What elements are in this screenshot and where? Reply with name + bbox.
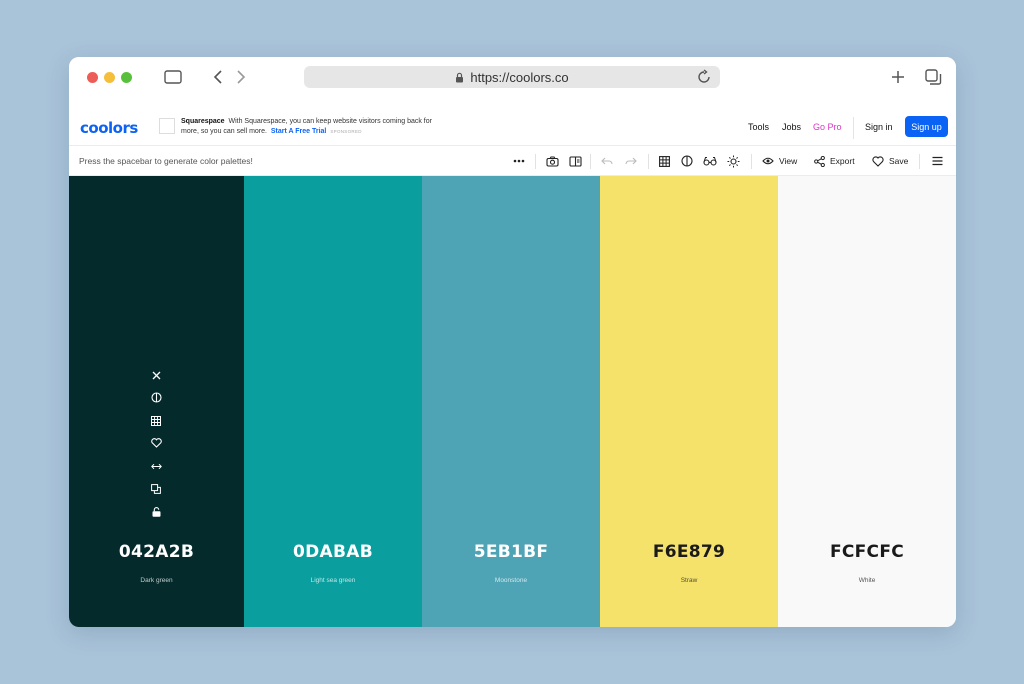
minimize-window-button[interactable]	[104, 72, 115, 83]
toolbar-divider	[535, 154, 536, 169]
more-options-icon[interactable]	[512, 153, 526, 169]
close-window-button[interactable]	[87, 72, 98, 83]
ad-sponsored-label: SPONSORED	[330, 128, 362, 134]
export-label: Export	[830, 156, 855, 166]
swatch-5[interactable]: FCFCFC White	[778, 176, 956, 627]
lock-icon[interactable]	[149, 505, 163, 519]
swatch-color-name[interactable]: Straw	[600, 577, 778, 584]
new-tab-plus-icon[interactable]	[890, 67, 906, 87]
sun-icon[interactable]	[726, 153, 740, 169]
save-label: Save	[889, 156, 909, 166]
swatch-color-name[interactable]: White	[778, 577, 956, 584]
color-palette: 042A2B Dark green 0DABAB Light sea green…	[69, 176, 956, 627]
nav-tools[interactable]: Tools	[748, 122, 769, 132]
contrast-icon[interactable]	[680, 153, 694, 169]
camera-icon[interactable]	[545, 153, 559, 169]
swatch-2[interactable]: 0DABAB Light sea green	[244, 176, 422, 627]
sidebar-toggle-icon[interactable]	[163, 67, 183, 87]
toolbar-divider	[919, 154, 920, 169]
sign-in-link[interactable]: Sign in	[865, 122, 893, 132]
forward-arrow-icon[interactable]	[234, 67, 248, 87]
heart-icon[interactable]	[149, 436, 163, 450]
swatch-color-name[interactable]: Moonstone	[422, 577, 600, 584]
toolbar-divider	[751, 154, 752, 169]
spacebar-hint: Press the spacebar to generate color pal…	[79, 156, 253, 166]
undo-icon[interactable]	[600, 153, 614, 169]
share-icon	[814, 155, 825, 167]
browser-window: https://coolors.co coolors Squarespace W…	[69, 57, 956, 627]
sponsored-ad[interactable]: Squarespace With Squarespace, you can ke…	[181, 117, 441, 136]
toolbar-divider	[648, 154, 649, 169]
close-icon[interactable]	[149, 368, 163, 382]
reload-icon[interactable]	[696, 69, 712, 85]
glasses-icon[interactable]	[703, 153, 717, 169]
swatch-hex[interactable]: F6E879	[600, 542, 778, 562]
swatch-hex[interactable]: 0DABAB	[244, 542, 422, 562]
swatch-4[interactable]: F6E879 Straw	[600, 176, 778, 627]
nav-divider	[853, 117, 854, 139]
swatch-hex[interactable]: 042A2B	[69, 542, 244, 562]
toolbar-divider	[590, 154, 591, 169]
ad-image[interactable]	[159, 118, 175, 134]
export-button[interactable]: Export	[814, 153, 855, 169]
lock-icon	[455, 72, 464, 83]
tab-overview-icon[interactable]	[924, 67, 942, 87]
save-button[interactable]: Save	[872, 153, 908, 169]
site-header: coolors Squarespace With Squarespace, yo…	[69, 111, 956, 145]
coolors-logo[interactable]: coolors	[80, 119, 138, 137]
hamburger-menu-icon[interactable]	[930, 153, 944, 169]
view-label: View	[779, 156, 798, 166]
swatch-color-name[interactable]: Light sea green	[244, 577, 422, 584]
drag-arrows-icon[interactable]	[149, 459, 163, 473]
sign-up-button[interactable]: Sign up	[905, 116, 948, 137]
address-bar[interactable]: https://coolors.co	[304, 66, 720, 88]
swatch-3[interactable]: 5EB1BF Moonstone	[422, 176, 600, 627]
swatch-tools	[149, 368, 163, 528]
shades-grid-icon[interactable]	[149, 414, 163, 428]
swatch-1[interactable]: 042A2B Dark green	[69, 176, 244, 627]
maximize-window-button[interactable]	[121, 72, 132, 83]
generator-toolbar: Press the spacebar to generate color pal…	[69, 145, 956, 176]
view-button[interactable]: View	[762, 153, 797, 169]
heart-icon	[872, 155, 884, 167]
contrast-icon[interactable]	[149, 391, 163, 405]
swatch-hex[interactable]: 5EB1BF	[422, 542, 600, 562]
browser-chrome: https://coolors.co	[69, 57, 956, 97]
ad-cta-link[interactable]: Start A Free Trial	[271, 128, 327, 135]
nav-jobs[interactable]: Jobs	[782, 122, 801, 132]
nav-go-pro[interactable]: Go Pro	[813, 122, 842, 132]
back-arrow-icon[interactable]	[211, 67, 225, 87]
ad-brand: Squarespace	[181, 118, 225, 125]
redo-icon[interactable]	[624, 153, 638, 169]
swatch-color-name[interactable]: Dark green	[69, 577, 244, 584]
url-text: https://coolors.co	[470, 69, 569, 85]
copy-icon[interactable]	[149, 482, 163, 496]
eye-icon	[762, 157, 774, 165]
view-layout-icon[interactable]	[568, 153, 582, 169]
grid-icon[interactable]	[657, 153, 671, 169]
swatch-hex[interactable]: FCFCFC	[778, 542, 956, 562]
